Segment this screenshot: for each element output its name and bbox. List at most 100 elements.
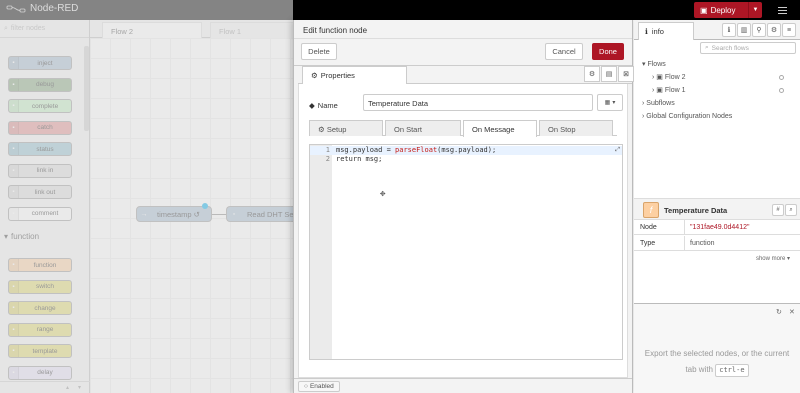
palette-node-link-in[interactable]: ▪ link in [8, 163, 72, 178]
done-button[interactable]: Done [592, 43, 624, 60]
node-icon: ▪ [9, 207, 19, 220]
search-flows-input[interactable]: ⌕ Search flows [700, 42, 796, 54]
main-menu-button[interactable] [770, 2, 794, 18]
editor-gutter [310, 145, 332, 359]
palette-filter[interactable]: ⌕ filter nodes [0, 20, 89, 38]
palette-category-function[interactable]: ▾ function [4, 232, 39, 241]
tab-appearance[interactable]: ⊠ [618, 66, 634, 82]
gear-icon: ⚙ [311, 71, 318, 80]
node-icon: ▪ [9, 78, 19, 91]
table-row: Node "131fae49.0d4412" [634, 220, 800, 235]
info-icon: ℹ [727, 27, 731, 34]
caret-down-icon: ▾ [612, 100, 616, 106]
deploy-button[interactable]: ▣ Deploy ▼ [694, 2, 762, 18]
refresh-icon[interactable]: ↻ [776, 308, 782, 316]
palette-node-label: switch [35, 283, 55, 290]
delete-button[interactable]: Delete [301, 43, 337, 60]
palette-node-template[interactable]: ▪ template [8, 344, 72, 358]
sidebar-help-icon-button[interactable]: ▥ [737, 23, 751, 37]
header-bar: Node-RED ▣ Deploy ▼ [0, 0, 800, 20]
tab-on-start[interactable]: On Start [385, 120, 461, 136]
palette-filter-placeholder: filter nodes [10, 25, 46, 32]
palette-node-complete[interactable]: ▪ complete [8, 99, 72, 113]
tree-flows[interactable]: ▾ Flows [634, 58, 800, 70]
tray-title: Edit function node [303, 26, 368, 35]
flow-node-read-dht[interactable]: ▫ Read DHT Se [226, 206, 298, 222]
expand-editor-icon[interactable]: ⤢ [615, 146, 620, 154]
palette-scrollbar[interactable] [84, 46, 89, 131]
gear-icon: ⚙ [770, 27, 778, 34]
file-icon: ▤ [605, 71, 613, 78]
sidebar-info-icon-button[interactable]: ℹ [722, 23, 736, 37]
name-input[interactable]: Temperature Data [363, 94, 593, 111]
palette-node-catch[interactable]: ▪ catch [8, 120, 72, 135]
node-icon: ▫ [232, 210, 236, 218]
flow-link-button[interactable]: # [772, 204, 784, 216]
sidebar-config-icon-button[interactable]: ⚙ [767, 23, 781, 37]
node-icon: ▪ [9, 259, 19, 271]
function-icon: f [643, 202, 659, 218]
node-icon: ▪ [9, 164, 19, 177]
expand-all-icon[interactable]: ▾ [78, 384, 81, 391]
status-dot [779, 87, 784, 93]
flow-icon: ▣ [656, 74, 663, 81]
edit-tray: Edit function node Delete Cancel Done ⚙ … [293, 20, 634, 393]
workspace-tabs: Flow 2 Flow 1 [90, 20, 294, 38]
tab-flow-2[interactable]: Flow 2 [102, 22, 202, 38]
wire[interactable] [212, 214, 226, 215]
show-more-link[interactable]: show more ▾ [756, 255, 790, 262]
node-icon: ▪ [9, 186, 19, 198]
tray-body: ⚙ Properties ⚙ ▤ ⊠ ◆ Name Temperature Da… [294, 66, 634, 378]
palette-node-debug[interactable]: ▪ debug [8, 77, 72, 92]
palette-node-status[interactable]: ▪ status [8, 142, 72, 156]
enabled-toggle[interactable]: ○ Enabled [298, 381, 340, 392]
circle-icon: ○ [304, 383, 308, 390]
sidebar-debug-icon-button[interactable]: ⚲ [752, 23, 766, 37]
palette-node-function[interactable]: ▪ function [8, 258, 72, 272]
tab-description[interactable]: ▤ [601, 66, 617, 82]
collapse-all-icon[interactable]: ▴ [66, 384, 69, 391]
deploy-icon: ▣ [700, 5, 708, 15]
palette-node-change[interactable]: ▪ change [8, 301, 72, 315]
tree-flow-item[interactable]: › ▣ Flow 1 [634, 84, 800, 96]
cancel-button[interactable]: Cancel [545, 43, 583, 60]
node-red-logo-icon [6, 5, 26, 12]
node-icon: ▪ [9, 345, 19, 357]
bug-icon: ⚲ [756, 27, 762, 34]
workspace-canvas[interactable]: → timestamp ↺ ▫ Read DHT Se [90, 38, 298, 393]
node-icon: ▪ [9, 366, 19, 379]
tab-on-message[interactable]: On Message [463, 120, 537, 137]
sidebar-context-icon-button[interactable]: ≡ [782, 23, 796, 37]
tree-subflows[interactable]: › Subflows [634, 97, 800, 109]
code-editor[interactable]: 1 msg.payload = parseFloat(msg.payload);… [309, 144, 623, 360]
palette-node-comment[interactable]: ▪ comment [8, 206, 72, 221]
palette-node-link-out[interactable]: ▪ link out [8, 185, 72, 199]
palette-node-inject[interactable]: ▪ inject [8, 56, 72, 70]
node-id-value[interactable]: "131fae49.0d4412" [690, 224, 749, 231]
flow-node-timestamp[interactable]: → timestamp ↺ [136, 206, 212, 222]
hash-icon: # [776, 207, 780, 213]
gear-icon: ⚙ [588, 71, 596, 78]
tab-properties[interactable]: ⚙ Properties [302, 66, 407, 84]
tab-settings[interactable]: ⚙ [584, 66, 600, 82]
search-node-button[interactable]: ⌕ [785, 204, 797, 216]
tab-on-stop[interactable]: On Stop [539, 120, 613, 136]
tab-info[interactable]: ℹ info [638, 22, 694, 40]
icon-picker-button[interactable]: ▦ ▾ [597, 94, 623, 111]
palette-node-switch[interactable]: ▪ switch [8, 279, 72, 294]
deploy-menu-caret-icon[interactable]: ▼ [748, 2, 762, 18]
workspace: Flow 2 Flow 1 → timestamp ↺ ▫ Read DHT S… [90, 20, 298, 393]
shortcut-key: ctrl-e [715, 364, 749, 377]
close-icon[interactable]: ✕ [789, 308, 795, 316]
inject-icon: → [140, 210, 148, 218]
app-title: Node-RED [30, 3, 79, 14]
tab-flow-1[interactable]: Flow 1 [210, 22, 294, 38]
palette-node-delay[interactable]: ▪ delay [8, 365, 72, 380]
tab-setup[interactable]: ⚙ Setup [309, 120, 383, 136]
flow-icon: ▣ [656, 87, 663, 94]
tree-global-config[interactable]: › Global Configuration Nodes [634, 110, 800, 122]
palette-node-range[interactable]: ▪ range [8, 322, 72, 337]
move-cursor-icon: ✥ [380, 189, 386, 199]
palette-node-label: delay [37, 369, 53, 376]
tree-flow-item[interactable]: › ▣ Flow 2 [634, 71, 800, 83]
